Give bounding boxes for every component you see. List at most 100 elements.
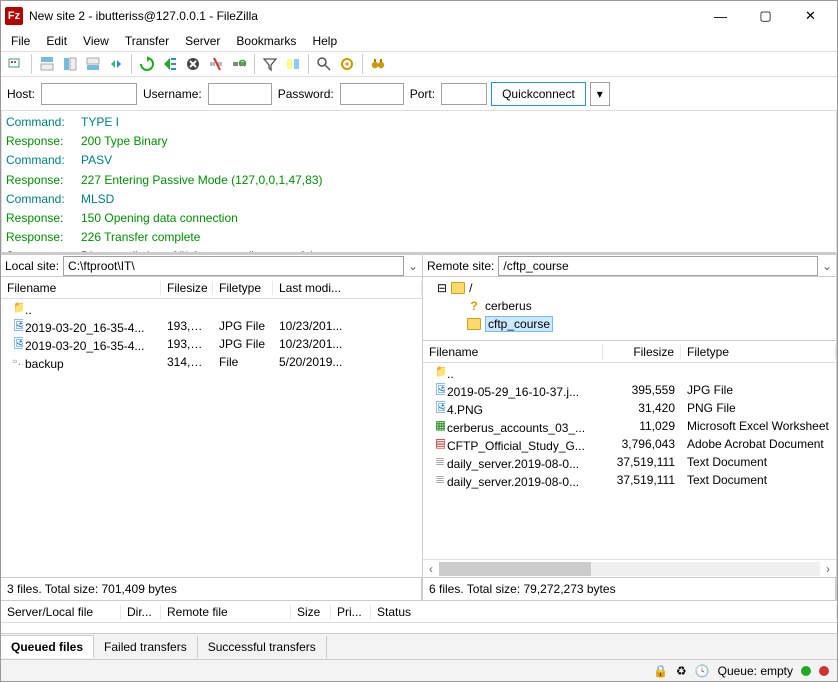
password-input[interactable] (340, 83, 404, 105)
list-item[interactable]: 🖼2019-03-20_16-35-4...193,5...JPG File10… (1, 335, 422, 353)
tree-item-cerberus[interactable]: cerberus (485, 299, 532, 313)
disconnect-icon[interactable] (205, 53, 227, 75)
menu-edit[interactable]: Edit (38, 32, 75, 50)
list-item[interactable]: ▫backup314,3...File5/20/2019... (1, 353, 422, 371)
local-path-dropdown[interactable]: ⌄ (404, 259, 422, 273)
menu-bar: File Edit View Transfer Server Bookmarks… (1, 31, 837, 51)
local-site-label: Local site: (1, 259, 63, 273)
list-item[interactable]: ▤CFTP_Official_Study_G...3,796,043Adobe … (423, 435, 836, 453)
list-item[interactable]: 📁.. (423, 363, 836, 381)
png-icon: 🖼 (429, 400, 445, 414)
sync-browse-icon[interactable] (105, 53, 127, 75)
pdf-icon: ▤ (429, 436, 445, 450)
binoculars-icon[interactable] (367, 53, 389, 75)
window-title: New site 2 - ibutteriss@127.0.0.1 - File… (29, 9, 698, 23)
list-item[interactable]: ≣daily_server.2019-08-0...37,519,111Text… (423, 471, 836, 489)
jpg-icon: 🖼 (7, 336, 23, 350)
refresh-icon[interactable] (136, 53, 158, 75)
search-icon[interactable] (313, 53, 335, 75)
quickconnect-button[interactable]: Quickconnect (491, 82, 586, 106)
remote-tree[interactable]: ⊟ / ? cerberus cftp_course (423, 277, 836, 341)
file-panes: Local site: ⌄ Filename Filesize Filetype… (1, 254, 837, 577)
tab-queued-files[interactable]: Queued files (1, 635, 94, 658)
username-label: Username: (141, 87, 204, 101)
list-item[interactable]: 📁.. (1, 299, 422, 317)
clock-icon: 🕓 (695, 664, 710, 678)
recycle-icon: ♻ (676, 664, 687, 678)
menu-view[interactable]: View (75, 32, 117, 50)
compare-icon[interactable] (282, 53, 304, 75)
txt-icon: ≣ (429, 454, 445, 468)
app-icon: Fz (5, 7, 23, 25)
quickconnect-dropdown[interactable]: ▾ (590, 82, 610, 106)
toggle-log-icon[interactable] (36, 53, 58, 75)
port-label: Port: (408, 87, 437, 101)
reconnect-icon[interactable] (228, 53, 250, 75)
toolbar (1, 51, 837, 77)
local-panel: Local site: ⌄ Filename Filesize Filetype… (1, 255, 423, 577)
list-item[interactable]: 🖼2019-05-29_16-10-37.j...395,559JPG File (423, 381, 836, 399)
queue-tabs: Queued files Failed transfers Successful… (1, 633, 837, 659)
menu-server[interactable]: Server (177, 32, 228, 50)
local-path-input[interactable] (63, 256, 404, 276)
local-filelist[interactable]: Filename Filesize Filetype Last modi... … (1, 277, 422, 577)
jpg-icon: 🖼 (7, 318, 23, 332)
generic-icon: ▫ (7, 354, 23, 368)
quickconnect-bar: Host: Username: Password: Port: Quickcon… (1, 77, 837, 111)
port-input[interactable] (441, 83, 487, 105)
tab-successful-transfers[interactable]: Successful transfers (198, 636, 327, 658)
toggle-tree-icon[interactable] (59, 53, 81, 75)
maximize-button[interactable]: ▢ (743, 2, 788, 30)
queue-body[interactable] (1, 623, 837, 633)
minimize-button[interactable]: — (698, 2, 743, 30)
list-item[interactable]: 🖼4.PNG31,420PNG File (423, 399, 836, 417)
folder-icon: 📁 (429, 364, 445, 378)
lock-icon: 🔒 (653, 664, 668, 678)
jpg-icon: 🖼 (429, 382, 445, 396)
list-item[interactable]: 🖼2019-03-20_16-35-4...193,5...JPG File10… (1, 317, 422, 335)
message-log[interactable]: Command:TYPE IResponse:200 Type BinaryCo… (1, 111, 837, 254)
title-bar: Fz New site 2 - ibutteriss@127.0.0.1 - F… (1, 1, 837, 31)
host-input[interactable] (41, 83, 137, 105)
xls-icon: ▦ (429, 418, 445, 432)
folder-icon (451, 282, 465, 294)
local-status: 3 files. Total size: 701,409 bytes (1, 578, 423, 600)
toggle-queue-icon[interactable] (82, 53, 104, 75)
pane-status-row: 3 files. Total size: 701,409 bytes 6 fil… (1, 577, 837, 601)
tree-item-cftp-course[interactable]: cftp_course (485, 316, 553, 332)
close-button[interactable]: ✕ (788, 2, 833, 30)
local-columns[interactable]: Filename Filesize Filetype Last modi... (1, 277, 422, 299)
queue-columns[interactable]: Server/Local file Dir... Remote file Siz… (1, 601, 837, 623)
remote-path-input[interactable] (498, 256, 818, 276)
process-queue-icon[interactable] (159, 53, 181, 75)
question-icon: ? (467, 299, 481, 313)
remote-columns[interactable]: Filename Filesize Filetype (423, 341, 836, 363)
txt-icon: ≣ (429, 472, 445, 486)
menu-help[interactable]: Help (304, 32, 345, 50)
cancel-icon[interactable] (182, 53, 204, 75)
filter-icon[interactable] (259, 53, 281, 75)
password-label: Password: (276, 87, 336, 101)
queue-status: Queue: empty (718, 664, 793, 678)
tree-collapse-icon[interactable]: ⊟ (437, 281, 447, 295)
settings-icon[interactable] (336, 53, 358, 75)
folder-icon: 📁 (7, 300, 23, 314)
menu-transfer[interactable]: Transfer (117, 32, 177, 50)
remote-hscrollbar[interactable]: ‹› (423, 559, 836, 577)
list-item[interactable]: ▦cerberus_accounts_03_...11,029Microsoft… (423, 417, 836, 435)
host-label: Host: (5, 87, 37, 101)
list-item[interactable]: ≣daily_server.2019-08-0...37,519,111Text… (423, 453, 836, 471)
menu-bookmarks[interactable]: Bookmarks (228, 32, 304, 50)
tab-failed-transfers[interactable]: Failed transfers (94, 636, 198, 658)
tree-root[interactable]: / (469, 281, 472, 295)
remote-path-dropdown[interactable]: ⌄ (818, 259, 836, 273)
led-green-icon (801, 666, 811, 676)
remote-status: 6 files. Total size: 79,272,273 bytes (423, 578, 837, 600)
menu-file[interactable]: File (3, 32, 38, 50)
remote-panel: Remote site: ⌄ ⊟/ ?cerberus cftp_course … (423, 255, 837, 577)
status-bar: 🔒 ♻ 🕓 Queue: empty (1, 659, 837, 681)
username-input[interactable] (208, 83, 272, 105)
led-red-icon (819, 666, 829, 676)
remote-filelist[interactable]: Filename Filesize Filetype 📁..🖼2019-05-2… (423, 341, 836, 577)
sitemanager-icon[interactable] (5, 53, 27, 75)
